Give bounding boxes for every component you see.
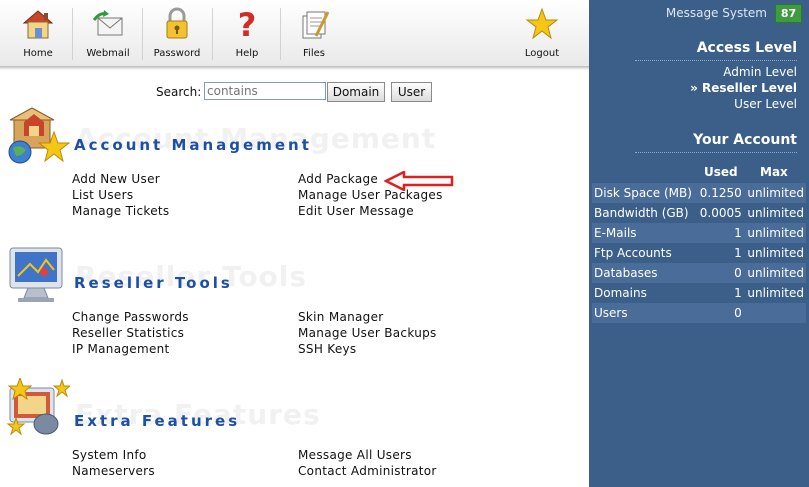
admin-level-link[interactable]: Admin Level (723, 65, 797, 79)
extra-features-icon (4, 376, 72, 444)
toolbar-label: Help (235, 48, 259, 59)
used-value: 1 (696, 243, 744, 263)
search-label: Search: (156, 85, 202, 99)
help-button[interactable]: ? Help (222, 6, 272, 64)
user-button[interactable]: User (391, 82, 432, 102)
used-value: 0.0005 (696, 203, 744, 223)
system-info-link[interactable]: System Info (72, 448, 147, 462)
domain-button[interactable]: Domain (327, 82, 385, 102)
section-title: Extra Features (74, 412, 241, 430)
toolbar-label: Webmail (86, 48, 130, 59)
max-header: Max (760, 165, 788, 179)
used-value: 0 (696, 263, 744, 283)
table-row: Bandwidth (GB) 0.0005 unlimited (592, 203, 806, 223)
row-label: Disk Space (MB) (592, 183, 697, 203)
table-row: E-Mails 1 unlimited (592, 223, 806, 243)
star-icon (524, 6, 560, 42)
sidebar: Message System 87 Access Level Admin Lev… (589, 0, 809, 487)
search-input[interactable] (204, 82, 326, 100)
table-row: Disk Space (MB) 0.1250 unlimited (592, 183, 806, 203)
toolbar-divider (280, 8, 281, 60)
account-management-icon (4, 104, 71, 170)
ip-management-link[interactable]: IP Management (72, 342, 170, 356)
message-system-link[interactable]: Message System (666, 6, 767, 20)
password-button[interactable]: Password (150, 6, 204, 64)
user-level-link[interactable]: User Level (734, 97, 797, 111)
files-button[interactable]: Files (290, 6, 338, 64)
max-value: unlimited (743, 203, 806, 223)
max-value (743, 303, 806, 323)
row-label: Users (592, 303, 697, 323)
section-title: Account Management (74, 136, 312, 154)
reseller-statistics-link[interactable]: Reseller Statistics (72, 326, 184, 340)
padlock-icon (159, 6, 195, 42)
toolbar-divider (212, 8, 213, 60)
manage-tickets-link[interactable]: Manage Tickets (72, 204, 169, 218)
row-label: E-Mails (592, 223, 697, 243)
webmail-icon (90, 6, 126, 42)
toolbar-divider (142, 8, 143, 60)
max-value: unlimited (743, 243, 806, 263)
change-passwords-link[interactable]: Change Passwords (72, 310, 189, 324)
home-icon (20, 6, 56, 42)
your-account-title: Your Account (693, 132, 797, 148)
row-label: Bandwidth (GB) (592, 203, 697, 223)
max-value: unlimited (743, 263, 806, 283)
access-level-title: Access Level (696, 40, 797, 56)
toolbar: Home Webmail Password ? Help Files Logou… (0, 0, 589, 70)
reseller-level-link[interactable]: » Reseller Level (690, 81, 797, 95)
contact-administrator-link[interactable]: Contact Administrator (298, 464, 437, 478)
table-row: Databases 0 unlimited (592, 263, 806, 283)
nameservers-link[interactable]: Nameservers (72, 464, 155, 478)
max-value: unlimited (743, 223, 806, 243)
max-value: unlimited (743, 183, 806, 203)
files-icon (296, 6, 332, 42)
webmail-button[interactable]: Webmail (82, 6, 134, 64)
reseller-tools-icon (4, 242, 70, 308)
table-row: Ftp Accounts 1 unlimited (592, 243, 806, 263)
max-value: unlimited (743, 283, 806, 303)
skin-manager-link[interactable]: Skin Manager (298, 310, 384, 324)
section-title: Reseller Tools (74, 274, 233, 292)
svg-text:?: ? (238, 6, 257, 42)
used-header: Used (704, 165, 738, 179)
annotation-arrow-icon (384, 171, 454, 191)
toolbar-divider (72, 8, 73, 60)
add-package-link[interactable]: Add Package (298, 172, 378, 186)
table-row: Users 0 (592, 303, 806, 323)
question-mark-icon: ? (229, 6, 265, 44)
add-new-user-link[interactable]: Add New User (72, 172, 160, 186)
account-usage-table: Disk Space (MB) 0.1250 unlimited Bandwid… (592, 183, 806, 323)
message-all-users-link[interactable]: Message All Users (298, 448, 412, 462)
toolbar-label: Home (23, 48, 53, 59)
used-value: 1 (696, 283, 744, 303)
used-value: 1 (696, 223, 744, 243)
toolbar-label: Files (303, 48, 325, 59)
toolbar-label: Password (153, 48, 201, 59)
logout-button[interactable]: Logout (516, 6, 568, 64)
table-row: Domains 1 unlimited (592, 283, 806, 303)
row-label: Ftp Accounts (592, 243, 697, 263)
row-label: Databases (592, 263, 697, 283)
main-panel: Home Webmail Password ? Help Files Logou… (0, 0, 589, 487)
ssh-keys-link[interactable]: SSH Keys (298, 342, 356, 356)
toolbar-label: Logout (524, 48, 560, 59)
used-value: 0.1250 (696, 183, 744, 203)
used-value: 0 (696, 303, 744, 323)
message-count-badge: 87 (775, 4, 802, 23)
list-users-link[interactable]: List Users (72, 188, 133, 202)
divider (635, 60, 797, 61)
edit-user-message-link[interactable]: Edit User Message (298, 204, 414, 218)
home-button[interactable]: Home (12, 6, 64, 64)
manage-user-backups-link[interactable]: Manage User Backups (298, 326, 437, 340)
divider (635, 152, 797, 153)
row-label: Domains (592, 283, 697, 303)
